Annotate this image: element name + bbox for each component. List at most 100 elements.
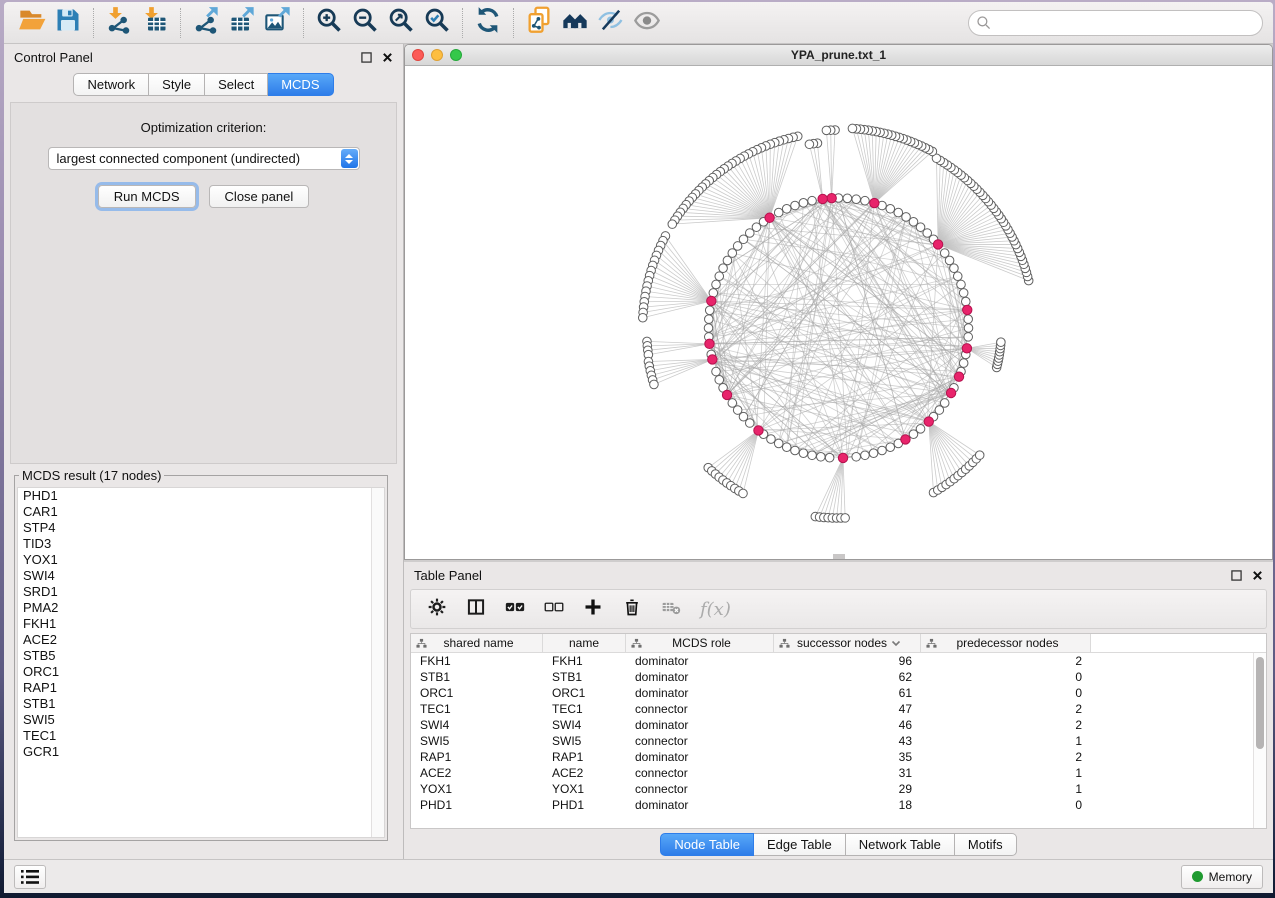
table-tab-motifs[interactable]: Motifs	[955, 833, 1017, 856]
mcds-result-item[interactable]: CAR1	[18, 504, 384, 520]
run-mcds-button[interactable]: Run MCDS	[98, 185, 196, 208]
cell-successor-nodes[interactable]: 31	[774, 765, 921, 781]
cell-shared-name[interactable]: ACE2	[411, 765, 543, 781]
cell-predecessor-nodes[interactable]: 2	[921, 701, 1091, 717]
cell-name[interactable]: TEC1	[543, 701, 626, 717]
export-network-button[interactable]	[188, 6, 224, 40]
column-header-successor-nodes[interactable]: successor nodes	[774, 634, 921, 652]
cell-mcds-role[interactable]: connector	[626, 765, 774, 781]
cell-successor-nodes[interactable]: 62	[774, 669, 921, 685]
mcds-result-item[interactable]: SWI5	[18, 712, 384, 728]
float-panel-icon[interactable]	[361, 52, 372, 63]
window-zoom-button[interactable]	[450, 49, 462, 61]
table-tab-network-table[interactable]: Network Table	[846, 833, 955, 856]
column-header-mcds-role[interactable]: MCDS role	[626, 634, 774, 652]
table-row[interactable]: ACE2ACE2connector311	[411, 765, 1266, 781]
cell-predecessor-nodes[interactable]: 0	[921, 685, 1091, 701]
cell-predecessor-nodes[interactable]: 0	[921, 797, 1091, 813]
cell-successor-nodes[interactable]: 43	[774, 733, 921, 749]
cell-mcds-role[interactable]: connector	[626, 781, 774, 797]
cell-shared-name[interactable]: RAP1	[411, 749, 543, 765]
export-image-button[interactable]	[260, 6, 296, 40]
cell-shared-name[interactable]: FKH1	[411, 653, 543, 669]
cell-predecessor-nodes[interactable]: 1	[921, 781, 1091, 797]
mcds-result-item[interactable]: FKH1	[18, 616, 384, 632]
cell-successor-nodes[interactable]: 47	[774, 701, 921, 717]
network-window-titlebar[interactable]: YPA_prune.txt_1	[405, 45, 1272, 66]
zoom-out-button[interactable]	[347, 6, 383, 40]
column-header-shared-name[interactable]: shared name	[411, 634, 543, 652]
cell-shared-name[interactable]: STB1	[411, 669, 543, 685]
cell-successor-nodes[interactable]: 46	[774, 717, 921, 733]
cell-name[interactable]: FKH1	[543, 653, 626, 669]
select-all-button[interactable]	[505, 597, 525, 622]
cell-name[interactable]: YOX1	[543, 781, 626, 797]
table-row[interactable]: SWI5SWI5connector431	[411, 733, 1266, 749]
cell-predecessor-nodes[interactable]: 1	[921, 733, 1091, 749]
search-input[interactable]	[968, 10, 1263, 36]
cell-shared-name[interactable]: SWI5	[411, 733, 543, 749]
mcds-result-item[interactable]: TID3	[18, 536, 384, 552]
mcds-result-item[interactable]: SRD1	[18, 584, 384, 600]
hide-selected-button[interactable]	[593, 6, 629, 40]
tab-mcds[interactable]: MCDS	[268, 73, 333, 96]
cell-name[interactable]: RAP1	[543, 749, 626, 765]
tab-network[interactable]: Network	[73, 73, 149, 96]
save-session-button[interactable]	[50, 6, 86, 40]
table-row[interactable]: YOX1YOX1connector291	[411, 781, 1266, 797]
mcds-result-item[interactable]: RAP1	[18, 680, 384, 696]
cell-mcds-role[interactable]: dominator	[626, 669, 774, 685]
column-header-name[interactable]: name	[543, 634, 626, 652]
open-file-button[interactable]	[14, 6, 50, 40]
table-row[interactable]: FKH1FKH1dominator962	[411, 653, 1266, 669]
split-pane-handle[interactable]	[833, 554, 845, 559]
memory-button[interactable]: Memory	[1181, 865, 1263, 889]
cell-mcds-role[interactable]: dominator	[626, 717, 774, 733]
cell-mcds-role[interactable]: dominator	[626, 685, 774, 701]
zoom-in-button[interactable]	[311, 6, 347, 40]
scrollbar-thumb[interactable]	[1256, 657, 1264, 749]
table-row[interactable]: ORC1ORC1dominator610	[411, 685, 1266, 701]
mcds-result-item[interactable]: SWI4	[18, 568, 384, 584]
deselect-all-button[interactable]	[544, 597, 564, 622]
cell-shared-name[interactable]: ORC1	[411, 685, 543, 701]
apply-preferred-layout-button[interactable]	[470, 6, 506, 40]
close-panel-icon[interactable]	[1252, 570, 1263, 581]
mcds-result-list[interactable]: PHD1CAR1STP4TID3YOX1SWI4SRD1PMA2FKH1ACE2…	[17, 487, 385, 838]
table-scrollbar[interactable]	[1253, 653, 1266, 828]
mcds-result-item[interactable]: YOX1	[18, 552, 384, 568]
table-row[interactable]: PHD1PHD1dominator180	[411, 797, 1266, 813]
cell-mcds-role[interactable]: dominator	[626, 653, 774, 669]
mcds-result-item[interactable]: PHD1	[18, 488, 384, 504]
cell-predecessor-nodes[interactable]: 2	[921, 717, 1091, 733]
cell-successor-nodes[interactable]: 96	[774, 653, 921, 669]
cell-shared-name[interactable]: PHD1	[411, 797, 543, 813]
zoom-selected-button[interactable]	[419, 6, 455, 40]
list-scrollbar[interactable]	[371, 488, 384, 837]
cell-successor-nodes[interactable]: 18	[774, 797, 921, 813]
clone-network-button[interactable]	[521, 6, 557, 40]
cell-shared-name[interactable]: TEC1	[411, 701, 543, 717]
column-header-predecessor-nodes[interactable]: predecessor nodes	[921, 634, 1091, 652]
mcds-result-item[interactable]: STB1	[18, 696, 384, 712]
show-all-button[interactable]	[629, 6, 665, 40]
cell-predecessor-nodes[interactable]: 1	[921, 765, 1091, 781]
mcds-result-item[interactable]: STB5	[18, 648, 384, 664]
cell-name[interactable]: PHD1	[543, 797, 626, 813]
float-panel-icon[interactable]	[1231, 570, 1242, 581]
cell-successor-nodes[interactable]: 35	[774, 749, 921, 765]
cell-predecessor-nodes[interactable]: 2	[921, 653, 1091, 669]
mcds-result-item[interactable]: TEC1	[18, 728, 384, 744]
mcds-result-item[interactable]: PMA2	[18, 600, 384, 616]
export-table-button[interactable]	[224, 6, 260, 40]
cell-mcds-role[interactable]: connector	[626, 733, 774, 749]
mcds-result-item[interactable]: GCR1	[18, 744, 384, 760]
table-tab-node-table[interactable]: Node Table	[660, 833, 754, 856]
close-panel-button[interactable]: Close panel	[209, 185, 310, 208]
table-row[interactable]: RAP1RAP1dominator352	[411, 749, 1266, 765]
task-history-button[interactable]	[14, 865, 46, 889]
cell-predecessor-nodes[interactable]: 2	[921, 749, 1091, 765]
import-network-button[interactable]	[101, 6, 137, 40]
window-minimize-button[interactable]	[431, 49, 443, 61]
cell-name[interactable]: SWI4	[543, 717, 626, 733]
